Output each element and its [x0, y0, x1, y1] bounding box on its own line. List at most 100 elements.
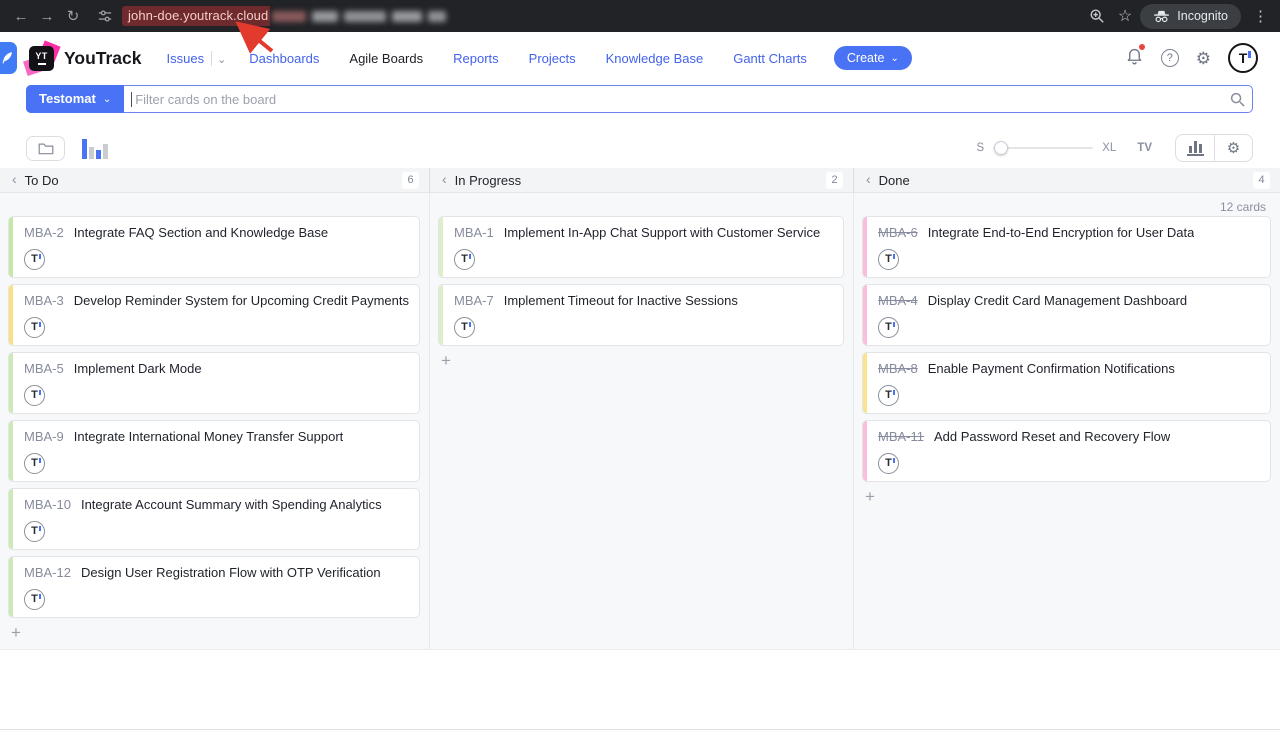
assignee-avatar[interactable]: T [24, 453, 45, 474]
tv-mode-button[interactable]: TV [1137, 142, 1152, 154]
card-id[interactable]: MBA-11 [878, 429, 924, 444]
card-id[interactable]: MBA-2 [24, 225, 64, 240]
nav-reports[interactable]: Reports [453, 51, 499, 66]
add-card-button[interactable]: + [865, 488, 883, 506]
card-mba-8[interactable]: MBA-8 Enable Payment Confirmation Notific… [862, 352, 1271, 414]
assignee-avatar[interactable]: T [24, 521, 45, 542]
card-mba-5[interactable]: MBA-5 Implement Dark Mode T [8, 352, 420, 414]
incognito-badge: Incognito [1140, 4, 1241, 29]
card-size-slider[interactable] [993, 147, 1093, 149]
card-title[interactable]: Develop Reminder System for Upcoming Cre… [74, 293, 409, 308]
card-title[interactable]: Enable Payment Confirmation Notification… [928, 361, 1175, 376]
backlog-folder-button[interactable] [26, 136, 65, 161]
column-title: In Progress [455, 173, 521, 188]
card-mba-6[interactable]: MBA-6 Integrate End-to-End Encryption for… [862, 216, 1271, 278]
card-id[interactable]: MBA-4 [878, 293, 918, 308]
assignee-avatar[interactable]: T [24, 385, 45, 406]
card-mba-2[interactable]: MBA-2 Integrate FAQ Section and Knowledge… [8, 216, 420, 278]
priority-stripe [9, 557, 13, 617]
card-title[interactable]: Integrate Account Summary with Spending … [81, 497, 382, 512]
nav-agile-boards[interactable]: Agile Boards [349, 51, 423, 66]
url-redacted [272, 11, 446, 22]
browser-menu-icon[interactable]: ⋮ [1249, 7, 1272, 25]
reload-icon[interactable]: ↻ [60, 3, 86, 29]
card-mba-10[interactable]: MBA-10 Integrate Account Summary with Spe… [8, 488, 420, 550]
nav-dashboards[interactable]: Dashboards [249, 51, 319, 66]
assignee-avatar[interactable]: T [878, 317, 899, 338]
card-mba-7[interactable]: MBA-7 Implement Timeout for Inactive Sess… [438, 284, 844, 346]
notifications-bell-icon[interactable] [1125, 46, 1144, 70]
assignee-avatar[interactable]: T [878, 453, 899, 474]
filter-placeholder: Filter cards on the board [135, 92, 276, 107]
slider-thumb[interactable] [994, 141, 1008, 155]
forward-icon[interactable]: → [34, 3, 60, 29]
card-title[interactable]: Display Credit Card Management Dashboard [928, 293, 1187, 308]
assignee-avatar[interactable]: T [878, 249, 899, 270]
filter-cards-input[interactable]: Filter cards on the board [124, 92, 1222, 107]
search-icon[interactable] [1222, 86, 1252, 112]
card-title[interactable]: Add Password Reset and Recovery Flow [934, 429, 1170, 444]
nav-gantt-charts[interactable]: Gantt Charts [733, 51, 807, 66]
page-bottom-divider [0, 729, 1280, 730]
nav-projects[interactable]: Projects [529, 51, 576, 66]
chevron-down-icon[interactable]: ⌄ [217, 53, 226, 66]
card-title[interactable]: Integrate FAQ Section and Knowledge Base [74, 225, 328, 240]
card-id[interactable]: MBA-7 [454, 293, 494, 308]
card-mba-3[interactable]: MBA-3 Develop Reminder System for Upcomin… [8, 284, 420, 346]
assignee-avatar[interactable]: T [454, 317, 475, 338]
card-id[interactable]: MBA-3 [24, 293, 64, 308]
assignee-avatar[interactable]: T [24, 589, 45, 610]
card-mba-4[interactable]: MBA-4 Display Credit Card Management Dash… [862, 284, 1271, 346]
add-card-button[interactable]: + [11, 624, 29, 642]
board-selector-button[interactable]: Testomat ⌄ [26, 85, 124, 113]
collapse-column-icon[interactable]: ‹ [442, 171, 447, 187]
assignee-avatar[interactable]: T [878, 385, 899, 406]
card-id[interactable]: MBA-6 [878, 225, 918, 240]
card-title[interactable]: Implement Dark Mode [74, 361, 202, 376]
column-header-done[interactable]: ‹Done4 [853, 168, 1280, 192]
card-mba-12[interactable]: MBA-12 Design User Registration Flow with… [8, 556, 420, 618]
youtrack-logo[interactable]: YT YouTrack [28, 45, 142, 72]
assignee-avatar[interactable]: T [24, 317, 45, 338]
card-title[interactable]: Implement In-App Chat Support with Custo… [504, 225, 820, 240]
assignee-avatar[interactable]: T [24, 249, 45, 270]
user-avatar[interactable]: T [1228, 43, 1258, 73]
nav-knowledge-base[interactable]: Knowledge Base [606, 51, 704, 66]
column-header-to-do[interactable]: ‹To Do6 [0, 168, 429, 192]
collapse-column-icon[interactable]: ‹ [866, 171, 871, 187]
board-report-chart-button[interactable] [1176, 135, 1214, 161]
card-title[interactable]: Design User Registration Flow with OTP V… [81, 565, 381, 580]
help-icon[interactable]: ? [1161, 49, 1179, 67]
card-id[interactable]: MBA-5 [24, 361, 64, 376]
priority-stripe [9, 285, 13, 345]
card-title[interactable]: Integrate End-to-End Encryption for User… [928, 225, 1195, 240]
card-title[interactable]: Integrate International Money Transfer S… [74, 429, 344, 444]
nav-issues[interactable]: Issues [167, 51, 205, 66]
board-filter-bar: Testomat ⌄ Filter cards on the board [26, 85, 1253, 113]
card-title[interactable]: Implement Timeout for Inactive Sessions [504, 293, 738, 308]
card-mba-1[interactable]: MBA-1 Implement In-App Chat Support with … [438, 216, 844, 278]
collapse-column-icon[interactable]: ‹ [12, 171, 17, 187]
assignee-avatar[interactable]: T [454, 249, 475, 270]
board-settings-button[interactable]: ⚙ [1214, 135, 1252, 161]
card-id[interactable]: MBA-10 [24, 497, 71, 512]
back-icon[interactable]: ← [8, 3, 34, 29]
card-mba-11[interactable]: MBA-11 Add Password Reset and Recovery Fl… [862, 420, 1271, 482]
address-bar[interactable]: john-doe.youtrack.cloud [94, 4, 446, 28]
board-chart-icon[interactable] [82, 138, 108, 159]
column-header-in-progress[interactable]: ‹In Progress2 [429, 168, 853, 192]
url-text[interactable]: john-doe.youtrack.cloud [122, 6, 270, 26]
card-mba-9[interactable]: MBA-9 Integrate International Money Trans… [8, 420, 420, 482]
extension-feather-icon[interactable] [0, 42, 17, 74]
zoom-icon[interactable] [1084, 3, 1110, 29]
settings-gear-icon[interactable]: ⚙ [1196, 50, 1211, 67]
add-card-button[interactable]: + [441, 352, 459, 370]
site-info-icon[interactable] [94, 5, 116, 27]
notification-dot [1138, 43, 1146, 51]
card-id[interactable]: MBA-1 [454, 225, 494, 240]
create-button[interactable]: Create ⌄ [834, 46, 912, 70]
card-id[interactable]: MBA-8 [878, 361, 918, 376]
card-id[interactable]: MBA-12 [24, 565, 71, 580]
bookmark-star-icon[interactable]: ☆ [1118, 6, 1132, 26]
card-id[interactable]: MBA-9 [24, 429, 64, 444]
